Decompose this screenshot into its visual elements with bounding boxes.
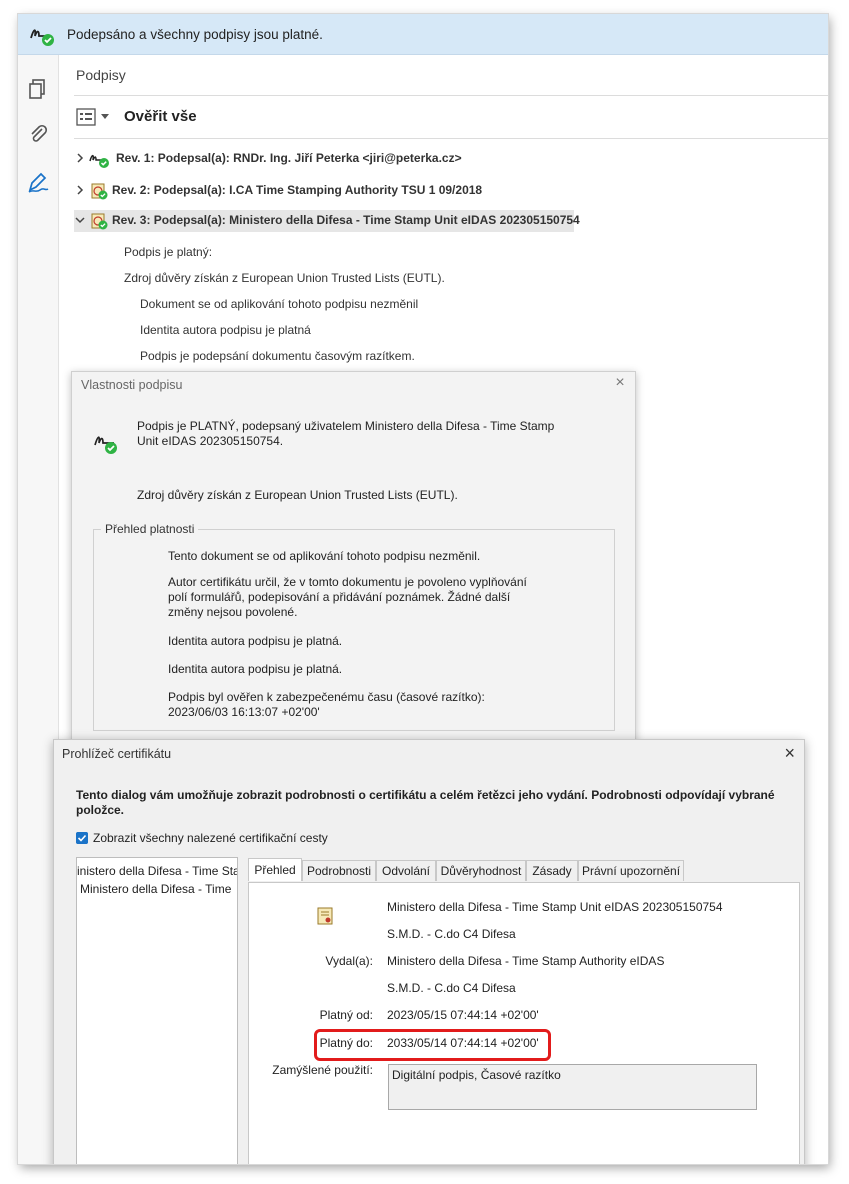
signature-properties-dialog: Vlastnosti podpisu × Podpis je PLATNÝ, p… <box>71 371 636 763</box>
issuer-label: Vydal(a): <box>325 954 373 968</box>
pages-icon[interactable] <box>26 77 50 101</box>
tab-legal-notice[interactable]: Právní upozornění <box>578 860 684 881</box>
revision-label: Rev. 2: Podepsal(a): I.CA Time Stamping … <box>112 183 483 197</box>
tab-trust[interactable]: Důvěryhodnost <box>436 860 526 881</box>
signature-valid-icon <box>30 29 54 46</box>
signature-valid-icon <box>94 436 117 454</box>
issuer-name: Ministero della Difesa - Time Stamp Auth… <box>387 954 665 968</box>
validity-line: Identita autora podpisu je platná. <box>168 662 343 676</box>
intended-use-value: Digitální podpis, Časové razítko <box>392 1068 561 1082</box>
subject-org: S.M.D. - C.do C4 Difesa <box>387 927 516 941</box>
divider <box>74 138 828 139</box>
divider <box>74 95 828 96</box>
chevron-right-icon[interactable] <box>74 152 86 164</box>
revision-label: Rev. 1: Podepsal(a): RNDr. Ing. Jiří Pet… <box>116 151 462 165</box>
show-all-paths-label[interactable]: Zobrazit všechny nalezené certifikační c… <box>93 831 328 845</box>
validity-line: Podpis byl ověřen k zabezpečenému času (… <box>168 690 485 719</box>
group-title: Přehled platnosti <box>101 522 199 536</box>
validity-line: Tento dokument se od aplikování tohoto p… <box>168 549 481 563</box>
show-all-paths-checkbox[interactable] <box>76 832 88 844</box>
issuer-org: S.M.D. - C.do C4 Difesa <box>387 981 516 995</box>
certificate-viewer-dialog: Prohlížeč certifikátu × Tento dialog vám… <box>53 739 805 1164</box>
overview-tab-page: Ministero della Difesa - Time Stamp Unit… <box>248 882 800 1164</box>
timestamp-signature-icon <box>91 213 108 230</box>
attachment-icon[interactable] <box>26 122 50 146</box>
trust-source-text: Zdroj důvěry získán z European Union Tru… <box>137 488 458 502</box>
tab-revocation[interactable]: Odvolání <box>376 860 436 881</box>
detail-unchanged: Dokument se od aplikování tohoto podpisu… <box>140 297 419 311</box>
chevron-right-icon[interactable] <box>74 184 86 196</box>
intended-use-field[interactable]: Digitální podpis, Časové razítko <box>388 1064 757 1110</box>
signature-status-banner: Podepsáno a všechny podpisy jsou platné. <box>18 14 828 55</box>
tree-item[interactable]: inistero della Difesa - Time Star <box>77 864 237 878</box>
detail-source: Zdroj důvěry získán z European Union Tru… <box>124 271 445 285</box>
revision-label: Rev. 3: Podepsal(a): Ministero della Dif… <box>112 213 580 227</box>
tab-policies[interactable]: Zásady <box>526 860 578 881</box>
options-list-icon[interactable] <box>76 108 96 126</box>
validity-line: Identita autora podpisu je platná. <box>168 634 343 648</box>
valid-from-label: Platný od: <box>319 1008 373 1022</box>
revision-row-2[interactable]: Rev. 2: Podepsal(a): I.CA Time Stamping … <box>74 180 494 202</box>
validity-line: Autor certifikátu určil, že v tomto doku… <box>168 575 527 619</box>
detail-timestamp: Podpis je podepsání dokumentu časovým ra… <box>140 349 415 363</box>
validity-summary-group: Přehled platnosti Tento dokument se od a… <box>93 522 615 731</box>
chevron-down-icon[interactable] <box>101 114 109 119</box>
valid-to-highlight <box>314 1029 551 1061</box>
acrobat-window: Podepsáno a všechny podpisy jsou platné.… <box>18 14 828 1164</box>
certificate-chain-tree[interactable]: inistero della Difesa - Time Star Minist… <box>76 857 238 1164</box>
tab-details[interactable]: Podrobnosti <box>302 860 376 881</box>
signature-valid-icon <box>89 154 109 168</box>
subject-name: Ministero della Difesa - Time Stamp Unit… <box>387 900 723 914</box>
close-icon[interactable]: × <box>613 375 627 391</box>
timestamp-signature-icon <box>91 183 108 200</box>
dialog-title: Prohlížeč certifikátu <box>62 747 172 761</box>
dialog-title: Vlastnosti podpisu <box>81 378 183 392</box>
signature-status-message: Podpis je PLATNÝ, podepsaný uživatelem M… <box>137 419 555 448</box>
tab-overview[interactable]: Přehled <box>248 858 302 881</box>
detail-identity: Identita autora podpisu je platná <box>140 323 311 337</box>
valid-from-value: 2023/05/15 07:44:14 +02'00' <box>387 1008 539 1022</box>
tree-item[interactable]: Ministero della Difesa - Time <box>80 882 237 896</box>
banner-text: Podepsáno a všechny podpisy jsou platné. <box>67 27 323 42</box>
revision-row-1[interactable]: Rev. 1: Podepsal(a): RNDr. Ing. Jiří Pet… <box>74 148 474 170</box>
signatures-panel-title: Podpisy <box>76 67 126 83</box>
signature-pen-icon[interactable] <box>26 170 50 194</box>
chevron-down-icon[interactable] <box>74 214 86 226</box>
dialog-intro: Tento dialog vám umožňuje zobrazit podro… <box>76 788 775 817</box>
close-icon[interactable]: × <box>784 744 795 762</box>
certificate-icon <box>317 907 333 925</box>
revision-row-3[interactable]: Rev. 3: Podepsal(a): Ministero della Dif… <box>74 210 580 232</box>
verify-all-button[interactable]: Ověřit vše <box>124 108 197 125</box>
detail-valid: Podpis je platný: <box>124 245 213 259</box>
intended-use-label: Zamýšlené použití: <box>272 1063 373 1077</box>
